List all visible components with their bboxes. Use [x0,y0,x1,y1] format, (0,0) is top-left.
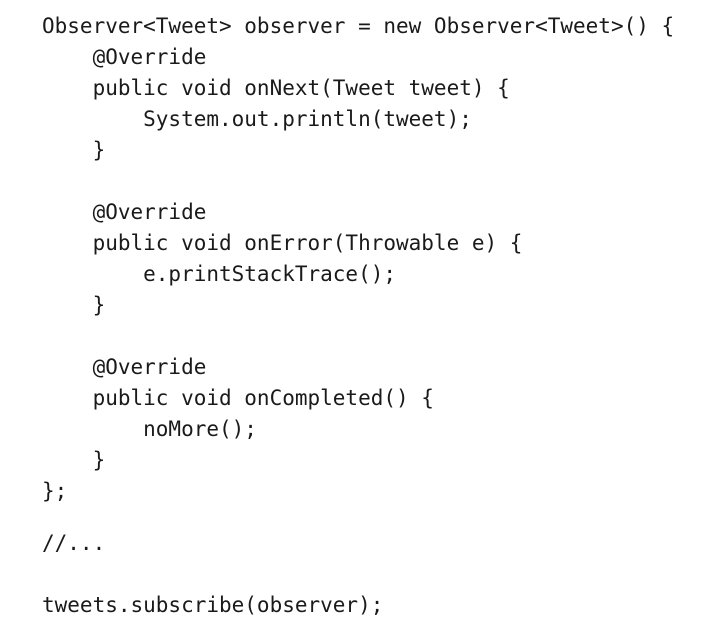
code-line: System.out.println(tweet); [42,107,472,131]
code-line: } [42,293,106,317]
code-line: e.printStackTrace(); [42,262,397,286]
code-line: }; [42,479,68,503]
code-line: @Override [42,355,207,379]
code-line: } [42,448,106,472]
code-line: tweets.subscribe(observer); [42,593,384,617]
code-line: Observer<Tweet> observer = new Observer<… [42,14,675,38]
code-line: @Override [42,200,207,224]
code-line: public void onError(Throwable e) { [42,231,523,255]
code-line: public void onNext(Tweet tweet) { [42,76,510,100]
code-line: @Override [42,45,207,69]
code-line: public void onCompleted() { [42,386,434,410]
code-line: } [42,138,106,162]
code-comment: //... [42,531,106,555]
code-line: noMore(); [42,417,257,441]
code-block: Observer<Tweet> observer = new Observer<… [42,11,702,621]
